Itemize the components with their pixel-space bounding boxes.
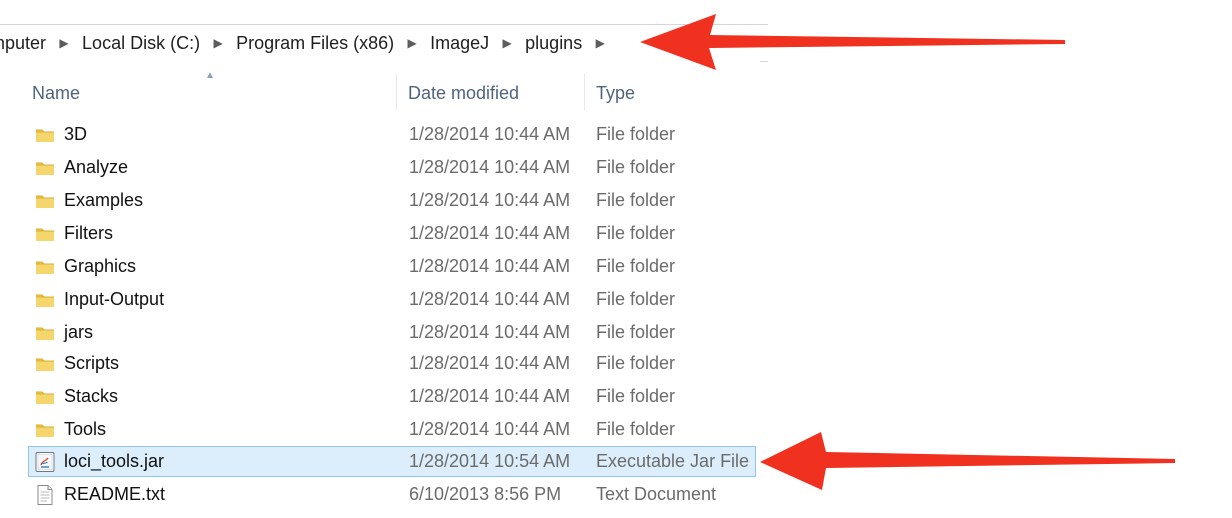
chevron-right-icon[interactable]: ▶ bbox=[586, 25, 614, 61]
column-header-type[interactable]: Type bbox=[596, 68, 756, 118]
file-name: Input-Output bbox=[64, 289, 165, 309]
folder-icon bbox=[34, 190, 56, 212]
file-type: File folder bbox=[596, 124, 676, 144]
folder-icon bbox=[34, 157, 56, 179]
file-row[interactable]: Analyze 1/28/2014 10:44 AM File folder bbox=[28, 152, 756, 183]
breadcrumb: omputer ▶ Local Disk (C:) ▶ Program File… bbox=[0, 25, 614, 61]
folder-icon bbox=[34, 322, 56, 344]
date-modified: 1/28/2014 10:44 AM bbox=[409, 223, 571, 243]
date-modified: 1/28/2014 10:44 AM bbox=[409, 419, 571, 439]
file-row[interactable]: Scripts 1/28/2014 10:44 AM File folder bbox=[28, 348, 756, 379]
folder-icon bbox=[34, 353, 56, 375]
file-row[interactable]: Filters 1/28/2014 10:44 AM File folder bbox=[28, 218, 756, 249]
column-divider[interactable] bbox=[396, 74, 397, 110]
file-type: File folder bbox=[596, 353, 676, 373]
folder-icon bbox=[34, 256, 56, 278]
file-type: File folder bbox=[596, 256, 676, 276]
file-type: File folder bbox=[596, 386, 676, 406]
file-name: Examples bbox=[64, 190, 144, 210]
file-name: Tools bbox=[64, 419, 107, 439]
file-row[interactable]: Graphics 1/28/2014 10:44 AM File folder bbox=[28, 251, 756, 282]
file-name: loci_tools.jar bbox=[64, 451, 165, 471]
breadcrumb-plugins[interactable]: plugins bbox=[521, 33, 586, 54]
folder-icon bbox=[34, 124, 56, 146]
column-headers: ▲ Name Date modified Type bbox=[0, 68, 760, 118]
folder-icon bbox=[34, 386, 56, 408]
file-type: File folder bbox=[596, 157, 676, 177]
file-type: File folder bbox=[596, 190, 676, 210]
selected-file-row[interactable]: loci_tools.jar 1/28/2014 10:54 AM Executab… bbox=[28, 446, 756, 477]
date-modified: 1/28/2014 10:44 AM bbox=[409, 322, 571, 342]
date-modified: 1/28/2014 10:44 AM bbox=[409, 256, 571, 276]
jar-arrow-shape bbox=[760, 432, 1175, 490]
text-file-icon bbox=[34, 484, 56, 506]
chevron-right-icon[interactable]: ▶ bbox=[398, 25, 426, 61]
java-jar-icon bbox=[34, 451, 56, 473]
file-type: File folder bbox=[596, 322, 676, 342]
file-type: File folder bbox=[596, 419, 676, 439]
date-modified: 1/28/2014 10:44 AM bbox=[409, 386, 571, 406]
file-row[interactable]: Input-Output 1/28/2014 10:44 AM File folde… bbox=[28, 284, 756, 315]
file-name: Scripts bbox=[64, 353, 120, 373]
chevron-right-icon[interactable]: ▶ bbox=[204, 25, 232, 61]
breadcrumb-imagej[interactable]: ImageJ bbox=[426, 33, 493, 54]
date-modified: 1/28/2014 10:44 AM bbox=[409, 190, 571, 210]
date-modified: 1/28/2014 10:44 AM bbox=[409, 353, 571, 373]
column-divider[interactable] bbox=[584, 74, 585, 110]
breadcrumb-computer[interactable]: omputer bbox=[0, 33, 50, 54]
file-name: jars bbox=[64, 322, 94, 342]
address-bar: omputer ▶ Local Disk (C:) ▶ Program File… bbox=[0, 24, 768, 62]
file-type: File folder bbox=[596, 223, 676, 243]
breadcrumb-program-files-x86[interactable]: Program Files (x86) bbox=[232, 33, 398, 54]
date-modified: 1/28/2014 10:44 AM bbox=[409, 124, 571, 144]
file-name: Stacks bbox=[64, 386, 119, 406]
file-explorer-screenshot: omputer ▶ Local Disk (C:) ▶ Program File… bbox=[0, 0, 1232, 518]
chevron-right-icon[interactable]: ▶ bbox=[50, 25, 78, 61]
file-row[interactable]: Examples 1/28/2014 10:44 AM File folder bbox=[28, 185, 756, 216]
file-list-pane: ▲ Name Date modified Type 3D 1/28/2014 10… bbox=[0, 60, 760, 518]
file-type: Text Document bbox=[596, 484, 717, 504]
column-header-date-modified[interactable]: Date modified bbox=[408, 68, 584, 118]
file-name: Graphics bbox=[64, 256, 137, 276]
file-name: 3D bbox=[64, 124, 88, 144]
file-name: Analyze bbox=[64, 157, 129, 177]
file-row[interactable]: Tools 1/28/2014 10:44 AM File folder bbox=[28, 414, 756, 445]
folder-icon bbox=[34, 223, 56, 245]
folder-icon bbox=[34, 419, 56, 441]
file-row[interactable]: README.txt 6/10/2013 8:56 PM Text Document bbox=[28, 479, 756, 510]
column-header-name[interactable]: Name bbox=[32, 68, 396, 118]
date-modified: 1/28/2014 10:44 AM bbox=[409, 289, 571, 309]
date-modified: 6/10/2013 8:56 PM bbox=[409, 484, 562, 504]
file-name: Filters bbox=[64, 223, 113, 243]
breadcrumb-local-disk[interactable]: Local Disk (C:) bbox=[78, 33, 204, 54]
file-row[interactable]: jars 1/28/2014 10:44 AM File folder bbox=[28, 317, 756, 348]
file-type: Executable Jar File bbox=[596, 451, 750, 471]
chevron-right-icon[interactable]: ▶ bbox=[493, 25, 521, 61]
file-row[interactable]: 3D 1/28/2014 10:44 AM File folder bbox=[28, 119, 756, 150]
date-modified: 1/28/2014 10:44 AM bbox=[409, 157, 571, 177]
date-modified: 1/28/2014 10:54 AM bbox=[409, 451, 571, 471]
file-row[interactable]: Stacks 1/28/2014 10:44 AM File folder bbox=[28, 381, 756, 412]
file-type: File folder bbox=[596, 289, 676, 309]
file-name: README.txt bbox=[64, 484, 166, 504]
folder-icon bbox=[34, 289, 56, 311]
file-list: 3D 1/28/2014 10:44 AM File folder Analyze 1… bbox=[0, 119, 760, 509]
